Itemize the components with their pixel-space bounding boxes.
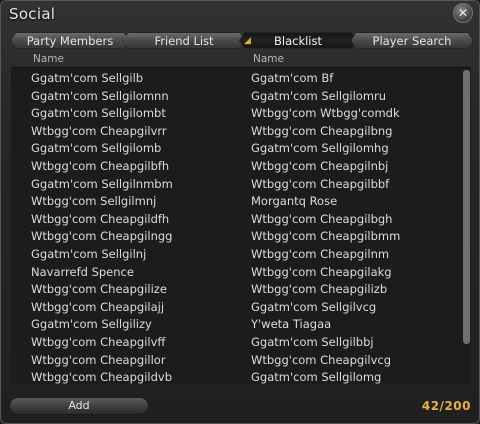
list-row: Wtbgg'com Cheapgilvff Ggatm'com Sellgilbb… xyxy=(11,334,451,352)
list-row: Ggatm'com Sellgilombt Wtbgg'com Wtbgg'com… xyxy=(11,105,451,123)
player-name[interactable]: Wtbgg'com Cheapgilbbf xyxy=(251,177,389,191)
list-row: Wtbgg'com Cheapgilvrr Wtbgg'com Cheapgilb… xyxy=(11,123,451,141)
player-name[interactable]: Wtbgg'com Cheapgillor xyxy=(31,353,166,367)
player-name[interactable]: Ggatm'com Sellgilomru xyxy=(251,89,386,103)
player-name[interactable]: Ggatm'com Sellgilizy xyxy=(31,317,152,331)
column-header-name: Name xyxy=(253,53,284,65)
scrollbar[interactable] xyxy=(463,70,470,344)
close-icon: ✕ xyxy=(457,6,469,20)
player-name[interactable]: Wtbgg'com Cheapgilnm xyxy=(251,247,389,261)
list-row: Ggatm'com Sellgilomb Ggatm'com Sellgilomh… xyxy=(11,140,451,158)
player-name[interactable]: Ggatm'com Sellgilb xyxy=(31,71,143,85)
tab-bar: Party Members Friend List ◢ Blacklist Pl… xyxy=(11,32,473,50)
player-name[interactable]: Ggatm'com Sellgilomb xyxy=(31,141,161,155)
player-name[interactable]: Wtbgg'com Cheapgilnbj xyxy=(251,159,388,173)
tab-label: Player Search xyxy=(372,34,452,48)
list-row: Navarrefd Spence Wtbgg'com Cheapgilakg xyxy=(11,264,451,282)
player-name[interactable]: Wtbgg'com Cheapgilvcg xyxy=(251,353,391,367)
tab-blacklist[interactable]: ◢ Blacklist xyxy=(239,32,357,49)
player-name[interactable]: Wtbgg'com Cheapgilakg xyxy=(251,265,392,279)
list-row: Wtbgg'com Cheapgildvb Ggatm'com Sellgilom… xyxy=(11,369,451,387)
list-row: Wtbgg'com Cheapgilngg Wtbgg'com Cheapgilb… xyxy=(11,228,451,246)
player-name[interactable]: Ggatm'com Sellgilomnn xyxy=(31,89,169,103)
player-name[interactable]: Ggatm'com Sellgilomhg xyxy=(251,141,389,155)
tab-label: Friend List xyxy=(154,34,214,48)
player-name[interactable]: Wtbgg'com Cheapgildfh xyxy=(31,212,169,226)
tab-label: Blacklist xyxy=(273,34,322,48)
tab-friend-list[interactable]: Friend List xyxy=(123,32,245,49)
list-row: Wtbgg'com Sellgilmnj Morgantq Rose xyxy=(11,193,451,211)
player-name[interactable]: Wtbgg'com Cheapgilajj xyxy=(31,300,164,314)
player-name[interactable]: Ggatm'com Sellgilomg xyxy=(251,370,381,384)
close-button[interactable]: ✕ xyxy=(453,3,473,23)
player-name[interactable]: Wtbgg'com Cheapgilvff xyxy=(31,335,165,349)
player-name[interactable]: Wtbgg'com Cheapgilbfh xyxy=(31,159,169,173)
player-name[interactable]: Wtbgg'com Cheapgilvrr xyxy=(31,124,167,138)
blacklist-count: 42/200 xyxy=(421,399,471,413)
player-name[interactable]: Ggatm'com Sellgilbbj xyxy=(251,335,374,349)
tab-player-search[interactable]: Player Search xyxy=(351,32,473,49)
player-name[interactable]: Wtbgg'com Cheapgilize xyxy=(31,282,167,296)
list-row: Ggatm'com Sellgilnmbm Wtbgg'com Cheapgilb… xyxy=(11,176,451,194)
player-name[interactable]: Wtbgg'com Sellgilmnj xyxy=(31,194,156,208)
add-button[interactable]: Add xyxy=(9,397,149,415)
player-name[interactable]: Wtbgg'com Cheapgilbng xyxy=(251,124,392,138)
player-name[interactable]: Wtbgg'com Wtbgg'comdk xyxy=(251,106,400,120)
title-bar[interactable]: Social ✕ xyxy=(7,3,473,25)
list-row: Wtbgg'com Cheapgillor Wtbgg'com Cheapgilv… xyxy=(11,352,451,370)
list-row: Ggatm'com Sellgilnj Wtbgg'com Cheapgilnm xyxy=(11,246,451,264)
list-row: Wtbgg'com Cheapgilajj Ggatm'com Sellgilvc… xyxy=(11,299,451,317)
list-row: Ggatm'com Sellgilb Ggatm'com Bf xyxy=(11,70,451,88)
player-name[interactable]: Ggatm'com Bf xyxy=(251,71,333,85)
player-name[interactable]: Ggatm'com Sellgilombt xyxy=(31,106,166,120)
player-name[interactable]: Ggatm'com Sellgilnj xyxy=(31,247,146,261)
player-name[interactable]: Wtbgg'com Cheapgilbmm xyxy=(251,229,400,243)
player-name[interactable]: Navarrefd Spence xyxy=(31,265,134,279)
player-name[interactable]: Wtbgg'com Cheapgildvb xyxy=(31,370,172,384)
column-header-name: Name xyxy=(33,53,64,65)
tab-marker-icon: ◢ xyxy=(244,36,251,46)
window-title: Social xyxy=(9,5,56,23)
bottom-bar: Add 42/200 xyxy=(1,389,479,423)
list-row: Ggatm'com Sellgilizy Y'weta Tiagaa xyxy=(11,316,451,334)
list-row: Wtbgg'com Cheapgilize Wtbgg'com Cheapgili… xyxy=(11,281,451,299)
player-name[interactable]: Wtbgg'com Cheapgilngg xyxy=(31,229,172,243)
player-name[interactable]: Wtbgg'com Cheapgilbgh xyxy=(251,212,392,226)
list-row: Wtbgg'com Cheapgilbfh Wtbgg'com Cheapgiln… xyxy=(11,158,451,176)
player-name[interactable]: Y'weta Tiagaa xyxy=(251,317,331,331)
player-name[interactable]: Ggatm'com Sellgilnmbm xyxy=(31,177,173,191)
list-row: Wtbgg'com Cheapgildfh Wtbgg'com Cheapgilb… xyxy=(11,211,451,229)
tab-party-members[interactable]: Party Members xyxy=(11,32,129,49)
tab-label: Party Members xyxy=(26,34,114,48)
column-headers: Name Name xyxy=(33,53,453,67)
player-name[interactable]: Ggatm'com Sellgilvcg xyxy=(251,300,376,314)
player-name[interactable]: Wtbgg'com Cheapgilizb xyxy=(251,282,387,296)
blacklist-list: Ggatm'com Sellgilb Ggatm'com Bf Ggatm'com … xyxy=(11,67,471,385)
social-window: Social ✕ Party Members Friend List ◢ Bla… xyxy=(0,0,480,424)
add-button-label: Add xyxy=(68,399,90,412)
list-row: Ggatm'com Sellgilomnn Ggatm'com Sellgilom… xyxy=(11,88,451,106)
player-name[interactable]: Morgantq Rose xyxy=(251,194,337,208)
